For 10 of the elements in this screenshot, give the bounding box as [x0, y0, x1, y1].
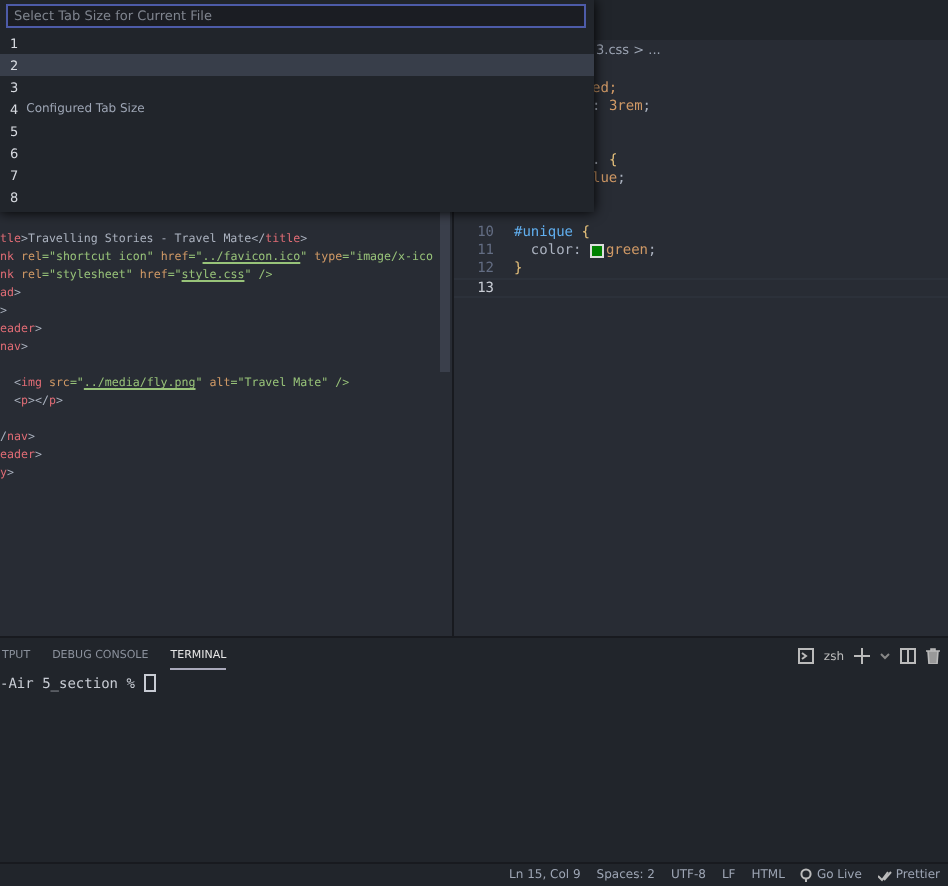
- chevron-down-icon[interactable]: [880, 652, 890, 660]
- plus-icon[interactable]: [854, 648, 870, 664]
- double-check-icon[interactable]: [877, 869, 892, 881]
- scrollbar[interactable]: [440, 212, 450, 372]
- split-icon[interactable]: [900, 648, 916, 664]
- broadcast-icon[interactable]: [800, 868, 813, 882]
- terminal-icon[interactable]: [797, 648, 814, 664]
- terminal-cursor: [143, 674, 156, 692]
- color-swatch[interactable]: [591, 245, 602, 256]
- trash-icon[interactable]: [926, 648, 940, 664]
